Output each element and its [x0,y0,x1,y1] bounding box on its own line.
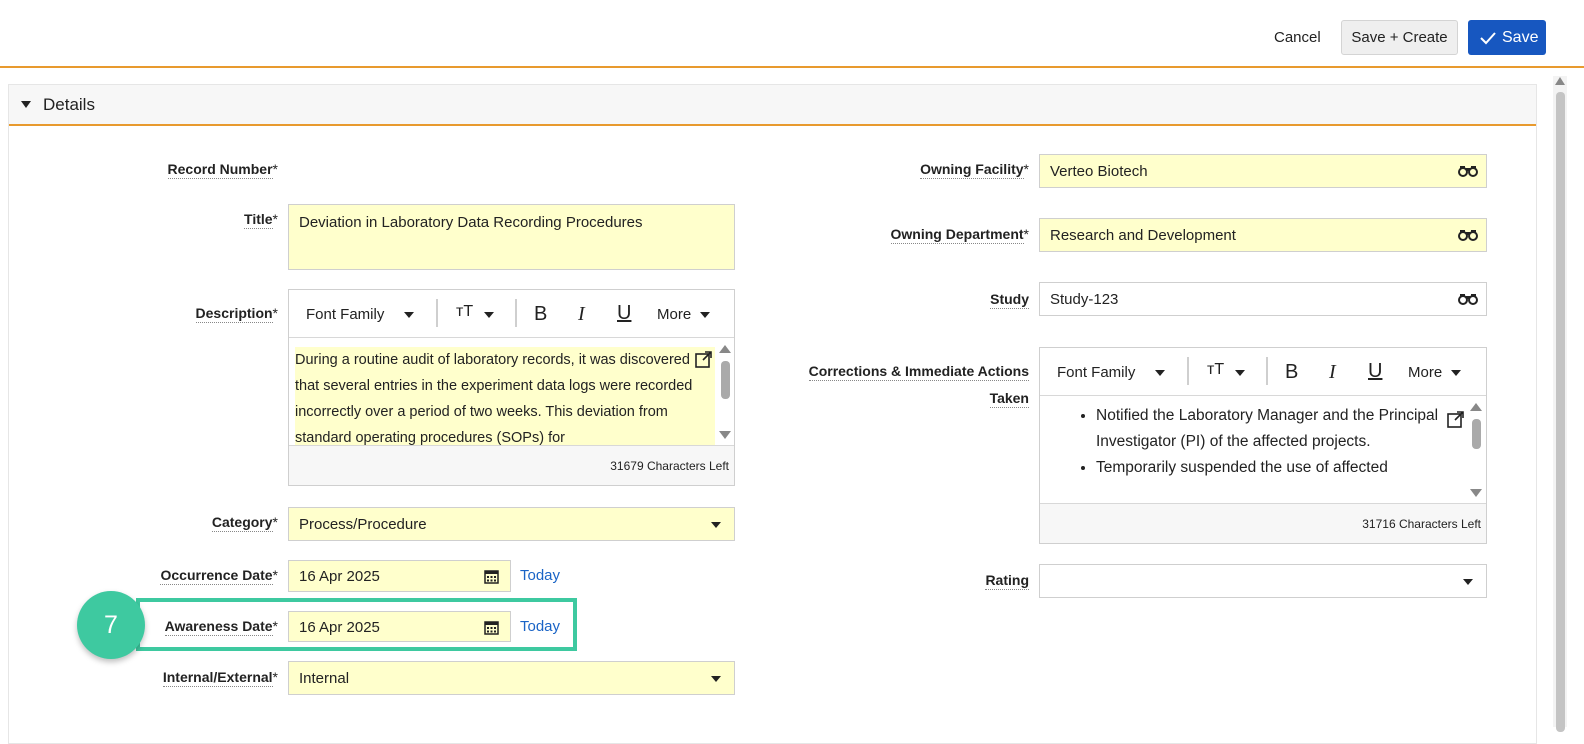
corrections-editor-body[interactable]: Notified the Laboratory Manager and the … [1040,397,1486,503]
toolbar-divider [1266,357,1268,385]
underline-button[interactable]: U [1368,360,1382,383]
list-item[interactable]: Temporarily suspended the use of affecte… [1096,455,1440,481]
editor-scroll-thumb[interactable] [721,361,730,399]
editor-scroll-up-icon[interactable] [719,345,731,353]
tutorial-step-badge: 7 [77,591,145,659]
italic-button[interactable]: I [578,303,585,326]
text-size-caret-icon[interactable] [1235,370,1245,376]
description-editor-footer: 31679 Characters Left [289,445,734,485]
toolbar-divider [436,299,438,327]
font-family-dropdown[interactable]: Font Family [1057,364,1135,381]
toolbar-divider [1187,357,1189,385]
internal-external-select[interactable]: Internal [288,661,735,695]
save-button[interactable]: Save [1468,20,1546,55]
owning-department-lookup[interactable]: Research and Development [1039,218,1487,252]
list-item[interactable]: Notified the Laboratory Manager and the … [1096,403,1440,455]
toolbar-divider [515,299,517,327]
text-size-caret-icon[interactable] [484,312,494,318]
editor-scroll-down-icon[interactable] [1470,489,1482,497]
record-number-label: Record Number* [167,161,278,179]
owning-facility-lookup[interactable]: Verteo Biotech [1039,154,1487,188]
category-select[interactable]: Process/Procedure [288,507,735,541]
cancel-button[interactable]: Cancel [1260,22,1335,54]
description-editor[interactable]: Font Family тТ B I U More During a routi… [288,289,735,486]
corrections-characters-left: 31716 Characters Left [1362,517,1481,531]
description-editor-toolbar: Font Family тТ B I U More [289,290,734,338]
more-dropdown[interactable]: More [657,306,691,323]
binoculars-icon[interactable] [1458,165,1478,177]
bold-button[interactable]: B [534,303,547,326]
calendar-icon[interactable] [484,569,499,584]
text-size-icon[interactable]: тТ [456,303,473,321]
underline-button[interactable]: U [617,302,631,325]
description-text[interactable]: During a routine audit of laboratory rec… [295,347,715,445]
owning-facility-label: Owning Facility* [920,161,1029,179]
owning-department-label: Owning Department* [890,226,1029,244]
details-section-header[interactable] [9,85,1536,126]
occurrence-date-label: Occurrence Date* [160,567,278,585]
more-caret-icon[interactable] [1451,370,1461,376]
corrections-editor-footer: 31716 Characters Left [1040,503,1486,543]
font-family-caret-icon[interactable] [1155,370,1165,376]
text-size-icon[interactable]: тТ [1207,361,1224,379]
chevron-down-icon[interactable] [1463,579,1473,585]
internal-external-label: Internal/External* [162,669,278,687]
corrections-editor-toolbar: Font Family тТ B I U More [1040,348,1486,396]
details-section-title: Details [43,95,95,114]
italic-button[interactable]: I [1329,361,1336,384]
occurrence-today-link[interactable]: Today [520,567,560,584]
chevron-down-icon[interactable] [711,522,721,528]
category-label: Category* [211,514,278,532]
popout-icon[interactable] [1447,410,1465,428]
description-editor-body[interactable]: During a routine audit of laboratory rec… [289,339,734,445]
chevron-down-icon[interactable] [711,676,721,682]
corrections-label: Corrections & Immediate Actions [808,363,1029,381]
editor-scroll-thumb[interactable] [1472,419,1481,449]
collapse-caret-icon[interactable] [21,101,31,108]
popout-icon[interactable] [695,350,713,368]
corrections-editor[interactable]: Font Family тТ B I U More Notified the L… [1039,347,1487,544]
occurrence-date-input[interactable]: 16 Apr 2025 [288,560,511,592]
font-family-dropdown[interactable]: Font Family [306,306,384,323]
checkmark-icon [1480,32,1496,45]
page-scroll-thumb[interactable] [1556,92,1565,732]
font-family-caret-icon[interactable] [404,312,414,318]
corrections-label-line2: Taken [989,390,1029,408]
save-create-button[interactable]: Save + Create [1341,20,1458,55]
bold-button[interactable]: B [1285,361,1298,384]
description-label: Description* [195,305,278,323]
rating-select[interactable] [1039,564,1487,598]
description-characters-left: 31679 Characters Left [610,459,729,473]
study-lookup[interactable]: Study-123 [1039,282,1487,316]
editor-scroll-down-icon[interactable] [719,431,731,439]
title-input[interactable]: Deviation in Laboratory Data Recording P… [288,204,735,270]
scroll-up-arrow-icon[interactable] [1555,77,1565,85]
binoculars-icon[interactable] [1458,229,1478,241]
save-button-label: Save [1502,29,1539,46]
more-caret-icon[interactable] [700,312,710,318]
editor-scroll-up-icon[interactable] [1470,403,1482,411]
tutorial-highlight-box [136,598,577,651]
rating-label: Rating [985,572,1029,590]
binoculars-icon[interactable] [1458,293,1478,305]
title-label: Title* [244,211,278,229]
study-label: Study [990,291,1029,309]
more-dropdown[interactable]: More [1408,364,1442,381]
